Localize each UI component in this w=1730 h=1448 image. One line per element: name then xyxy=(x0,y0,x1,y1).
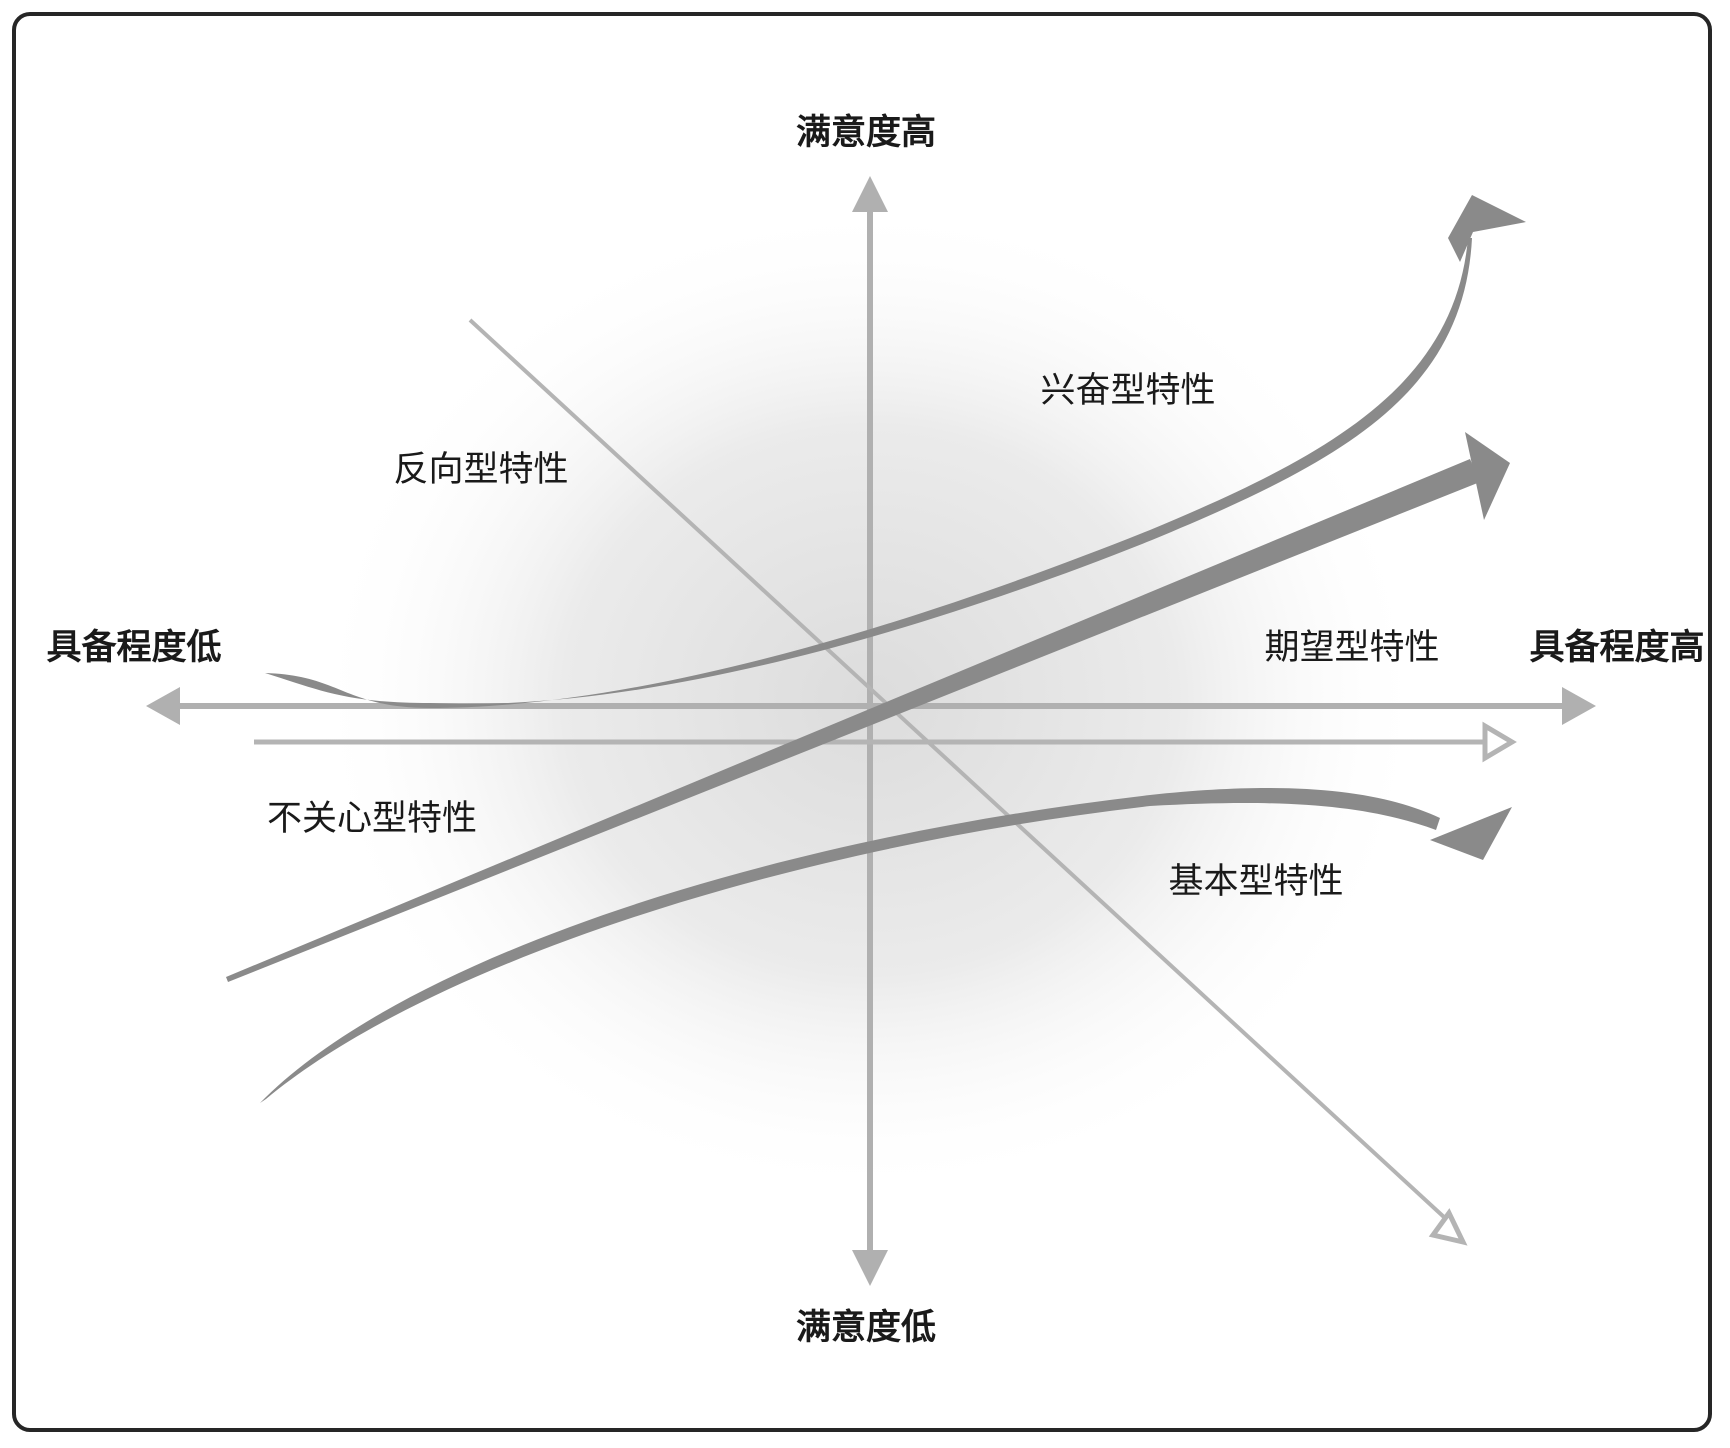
vertical-axis-arrow-up xyxy=(852,176,888,212)
must-be-attribute-label: 基本型特性 xyxy=(1168,862,1343,902)
vertical-axis-arrow-down xyxy=(852,1250,888,1286)
fulfillment-high-label: 具备程度高 xyxy=(1529,628,1704,668)
reverse-attribute-label: 反向型特性 xyxy=(393,450,568,490)
one-dimensional-attribute-label: 期望型特性 xyxy=(1264,628,1439,668)
satisfaction-high-label: 满意度高 xyxy=(796,113,936,153)
reverse-arrowhead xyxy=(1428,1208,1468,1246)
indifferent-attribute-label: 不关心型特性 xyxy=(267,799,477,839)
indifferent-arrowhead xyxy=(1482,721,1517,763)
attractive-arrowhead xyxy=(1448,195,1526,262)
horizontal-axis-arrow-right xyxy=(1562,687,1596,725)
fulfillment-low-label: 具备程度低 xyxy=(46,628,221,668)
kano-model-diagram: 满意度高 满意度低 具备程度低 具备程度高 反向型特性 兴奋型特性 期望型特性 … xyxy=(46,113,1704,1348)
satisfaction-low-label: 满意度低 xyxy=(796,1308,936,1348)
horizontal-axis-arrow-left xyxy=(146,687,180,725)
must-be-arrowhead xyxy=(1430,807,1512,860)
attractive-attribute-label: 兴奋型特性 xyxy=(1040,371,1215,411)
